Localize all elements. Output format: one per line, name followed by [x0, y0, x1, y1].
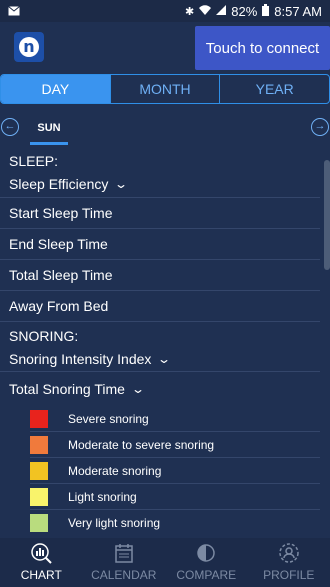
snoring-section-title: SNORING: [9, 328, 79, 344]
nav-compare-label: COMPARE [176, 568, 237, 582]
day-label[interactable]: SUN [30, 115, 68, 145]
connect-button[interactable]: Touch to connect [195, 26, 330, 70]
sleep-metric-dropdown[interactable]: Sleep Efficiency ⌄ [0, 170, 320, 198]
app-logo: n [14, 32, 44, 62]
nav-calendar-label: CALENDAR [91, 568, 157, 582]
sleep-metric-label: Sleep Efficiency [9, 175, 109, 192]
profile-icon [279, 543, 299, 563]
list-item-away-from-bed[interactable]: Away From Bed [0, 291, 320, 322]
mail-icon [8, 4, 20, 19]
status-bar: ✱ 82% 8:57 AM [0, 0, 330, 22]
legend-label: Very light snoring [68, 516, 161, 530]
day-navigation: ← SUN → [0, 115, 330, 145]
status-time: 8:57 AM [274, 3, 322, 19]
legend-label: Severe snoring [68, 411, 149, 426]
calendar-icon [115, 544, 133, 563]
chart-icon [31, 543, 52, 564]
nav-chart-label: CHART [20, 568, 62, 582]
legend-swatch [30, 435, 48, 454]
battery-percent: 82% [231, 3, 258, 19]
nav-profile-label: PROFILE [263, 568, 315, 582]
bottom-navigation: CHART CALENDAR COMPARE PROFILE [0, 538, 330, 587]
next-day-icon[interactable]: → [311, 118, 329, 136]
legend-item: Moderate to severe snoring [30, 432, 320, 458]
tab-day[interactable]: DAY [1, 75, 111, 103]
list-item-total-sleep[interactable]: Total Sleep Time [0, 260, 320, 291]
battery-icon [262, 3, 270, 19]
sleep-section-title: SLEEP: [9, 153, 59, 169]
legend-swatch [30, 409, 48, 428]
nav-compare[interactable]: COMPARE [165, 538, 248, 587]
wifi-icon [199, 4, 212, 18]
chevron-down-icon: ⌄ [130, 382, 146, 396]
chevron-down-icon: ⌄ [114, 176, 129, 191]
snoring-total-label: Total Snoring Time [9, 381, 125, 397]
tab-year[interactable]: YEAR [220, 75, 329, 103]
snoring-metric-dropdown[interactable]: Snoring Intensity Index ⌄ [0, 346, 320, 372]
legend-label: Moderate to severe snoring [68, 437, 215, 452]
legend-item: Light snoring [30, 484, 320, 510]
snoring-total-dropdown[interactable]: Total Snoring Time ⌄ [0, 372, 320, 406]
tab-month[interactable]: MONTH [111, 75, 221, 103]
nav-chart[interactable]: CHART [0, 538, 83, 587]
legend-swatch [30, 461, 48, 480]
signal-icon [216, 4, 227, 18]
list-item-end-sleep[interactable]: End Sleep Time [0, 229, 320, 260]
chevron-down-icon: ⌄ [157, 351, 172, 366]
legend-swatch [30, 487, 48, 506]
bluetooth-icon: ✱ [185, 5, 195, 18]
previous-day-icon[interactable]: ← [1, 118, 19, 136]
nav-profile[interactable]: PROFILE [248, 538, 330, 587]
legend-item: Moderate snoring [30, 458, 320, 484]
logo-letter: n [19, 37, 39, 57]
legend-label: Light snoring [68, 489, 137, 504]
list-item-start-sleep[interactable]: Start Sleep Time [0, 198, 320, 229]
period-tabs: DAY MONTH YEAR [0, 74, 330, 104]
nav-calendar[interactable]: CALENDAR [83, 538, 166, 587]
snoring-metric-label: Snoring Intensity Index [9, 350, 152, 367]
legend-label: Moderate snoring [68, 463, 162, 478]
legend-item: Very light snoring [30, 510, 320, 536]
app-header: n Touch to connect [0, 22, 330, 72]
legend-swatch [30, 514, 48, 532]
compare-icon [197, 544, 215, 562]
metric-list: SLEEP: Sleep Efficiency ⌄ Start Sleep Ti… [0, 150, 330, 536]
legend-item: Severe snoring [30, 406, 320, 432]
